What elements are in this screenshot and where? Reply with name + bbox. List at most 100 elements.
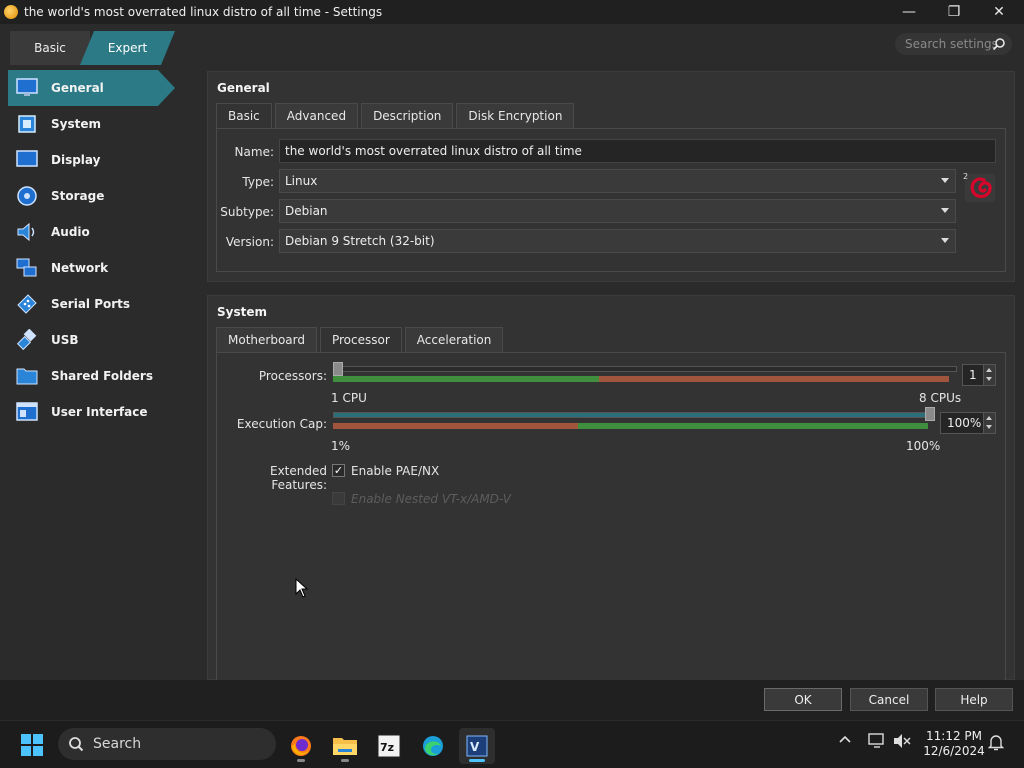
execution-cap-scale-green [578,423,928,429]
folder-icon [16,365,38,387]
spin-up-icon [986,368,992,372]
name-field[interactable]: the world's most overrated linux distro … [279,139,996,163]
tray-volume-muted-icon[interactable] [893,733,911,752]
processors-scale-green [333,376,599,382]
processor-panel: Processors: 1 1 CPU 8 CPUs Execution Cap… [216,352,1006,682]
chip-icon [16,113,38,135]
tab-processor[interactable]: Processor [319,327,402,352]
svg-text:V: V [470,740,480,754]
version-select[interactable]: Debian 9 Stretch (32-bit) [279,229,956,253]
sidebar-item-storage[interactable]: Storage [0,178,207,214]
version-label: Version: [225,235,274,249]
processors-spinbox[interactable]: 1 [962,364,996,386]
type-select[interactable]: Linux [279,169,956,193]
sidebar-item-label: User Interface [51,405,148,419]
enable-pae-label[interactable]: Enable PAE/NX [351,464,439,478]
sidebar-item-user-interface[interactable]: User Interface [0,394,207,430]
taskbar-search[interactable]: Search [58,728,276,760]
debian-swirl-icon: 2 [963,170,997,204]
sidebar-item-label: USB [51,333,79,347]
mouse-cursor-icon [295,577,309,598]
file-explorer-icon [333,738,357,755]
search-settings-input[interactable]: Search settings [895,33,1012,55]
help-button[interactable]: Help [935,688,1013,711]
sidebar-nav: General System Display Storage Audio Net… [0,70,207,430]
name-label: Name: [234,145,274,159]
tab-motherboard[interactable]: Motherboard [216,327,317,352]
system-tabs: Motherboard Processor Acceleration [216,327,504,352]
sidebar-item-serial-ports[interactable]: Serial Ports [0,286,207,322]
taskbar-virtualbox[interactable]: V [459,728,495,764]
taskbar-clock[interactable]: 11:12 PM 12/6/2024 [918,729,990,759]
clock-date: 12/6/2024 [923,744,985,758]
spin-down-icon [986,425,992,429]
chevron-down-icon [941,238,949,243]
running-indicator [297,759,305,762]
maximize-button[interactable]: ❐ [931,0,977,24]
sidebar-item-usb[interactable]: USB [0,322,207,358]
edge-icon [423,736,443,756]
monitor-icon [16,77,38,99]
sidebar-item-system[interactable]: System [0,106,207,142]
spin-down-icon [986,377,992,381]
disk-icon [16,185,38,207]
execution-cap-max-label: 100% [906,439,941,453]
running-indicator [341,759,349,762]
tray-monitor-icon[interactable] [868,733,886,752]
taskbar-edge[interactable] [415,728,451,764]
svg-text:2: 2 [963,172,968,181]
processors-slider-handle[interactable] [333,362,343,376]
execution-cap-slider-handle[interactable] [925,407,935,421]
speaker-icon [16,221,38,243]
tab-description[interactable]: Description [361,103,454,128]
title-bar: the world's most overrated linux distro … [0,0,1024,24]
sidebar-item-shared-folders[interactable]: Shared Folders [0,358,207,394]
clock-time: 11:12 PM [926,729,982,743]
spin-buttons[interactable] [983,365,995,385]
svg-text:7z: 7z [380,741,394,754]
mode-expert-button[interactable]: Expert [80,31,175,65]
tab-basic[interactable]: Basic [216,103,272,128]
ok-button[interactable]: OK [764,688,842,711]
execution-cap-spinbox[interactable]: 100% [940,412,996,434]
sidebar-item-label: Network [51,261,109,275]
execution-cap-slider-track[interactable] [333,412,935,418]
sidebar-item-display[interactable]: Display [0,142,207,178]
windows-start-icon[interactable] [20,733,44,757]
taskbar-file-explorer[interactable] [327,728,363,764]
execution-cap-value: 100% [947,416,982,430]
subtype-label: Subtype: [220,205,274,219]
network-icon [16,257,38,279]
subtype-select-value: Debian [285,204,328,218]
taskbar-firefox[interactable] [283,728,319,764]
processors-slider-track[interactable] [333,366,957,372]
type-select-value: Linux [285,174,318,188]
tab-acceleration[interactable]: Acceleration [404,327,504,352]
processors-value: 1 [969,368,977,382]
sidebar-item-general[interactable]: General [8,70,175,106]
tab-advanced[interactable]: Advanced [274,103,359,128]
cancel-button[interactable]: Cancel [850,688,928,711]
spin-up-icon [986,416,992,420]
sidebar-item-audio[interactable]: Audio [0,214,207,250]
window-title: the world's most overrated linux distro … [24,5,383,19]
virtualbox-icon: V [466,735,488,757]
general-basic-panel: Name: the world's most overrated linux d… [216,128,1006,272]
search-icon [68,736,84,752]
processors-max-label: 8 CPUs [919,391,962,405]
sidebar-item-label: System [51,117,101,131]
taskbar-7zip[interactable]: 7z [371,728,407,764]
subtype-select[interactable]: Debian [279,199,956,223]
close-button[interactable]: ✕ [976,0,1022,24]
minimize-button[interactable]: — [886,0,932,24]
spin-buttons[interactable] [983,413,995,433]
notification-bell-icon[interactable] [987,733,1005,754]
version-select-value: Debian 9 Stretch (32-bit) [285,234,435,248]
sidebar-item-network[interactable]: Network [0,250,207,286]
tab-disk-encryption[interactable]: Disk Encryption [456,103,575,128]
7zip-icon: 7z [377,734,401,758]
enable-pae-checkbox[interactable]: ✓ [332,464,345,477]
tray-chevron-up-icon[interactable] [838,733,852,750]
sidebar-item-label: General [51,81,104,95]
mode-basic-button[interactable]: Basic [10,31,90,65]
